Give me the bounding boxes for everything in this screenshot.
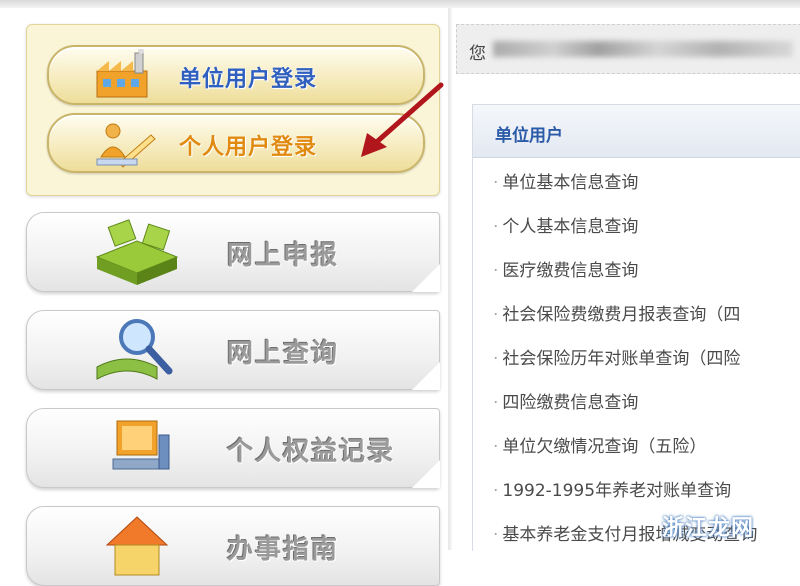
page-curl xyxy=(412,362,440,390)
unit-user-login-label: 单位用户登录 xyxy=(179,67,318,92)
blurred-username xyxy=(493,41,793,57)
panel-header: 单位用户 xyxy=(473,105,800,158)
query-link-unit-info[interactable]: · 单位基本信息查询 xyxy=(493,169,757,213)
query-link-list: · 单位基本信息查询 · 个人基本信息查询 · 医疗缴费信息查询 · 社会保险费缴费月报… xyxy=(493,169,757,565)
magnifier-book-icon xyxy=(96,319,173,380)
bullet-icon: · xyxy=(493,217,499,237)
cubes-icon xyxy=(95,219,179,285)
service-guide-label: 办事指南 xyxy=(227,535,340,565)
query-link-yearly-statement[interactable]: · 社会保险历年对账单查询（四险 xyxy=(493,345,757,389)
panel-title: 单位用户 xyxy=(495,126,563,146)
welcome-bar: 您 xyxy=(456,24,800,74)
unit-user-menu-panel: 单位用户 · 单位基本信息查询 · 个人基本信息查询 · 医疗缴费信息查询 · 社会保险… xyxy=(472,104,800,551)
online-query-label: 网上查询 xyxy=(227,339,340,369)
query-link-arrears[interactable]: · 单位欠缴情况查询（五险） xyxy=(493,433,757,477)
online-declaration-label: 网上申报 xyxy=(227,241,340,271)
online-query-button[interactable]: 网上查询 xyxy=(26,310,440,390)
bullet-icon: · xyxy=(493,481,499,501)
bullet-icon: · xyxy=(493,525,499,545)
computer-icon xyxy=(112,420,170,470)
online-declaration-button[interactable]: 网上申报 xyxy=(26,212,440,292)
query-link-medical-payment[interactable]: · 医疗缴费信息查询 xyxy=(493,257,757,301)
column-divider xyxy=(448,8,452,550)
bullet-icon: · xyxy=(493,349,499,369)
query-link-monthly-report[interactable]: · 社会保险费缴费月报表查询（四 xyxy=(493,301,757,345)
red-arrow-annotation xyxy=(361,82,444,157)
login-panel: 单位用户登录 个人用户登录 xyxy=(26,24,444,196)
personal-rights-record-label: 个人权益记录 xyxy=(227,437,396,467)
bullet-icon: · xyxy=(493,437,499,457)
person-pencil-icon xyxy=(96,123,156,168)
factory-icon xyxy=(96,49,148,98)
query-link-four-insurance-payment[interactable]: · 四险缴费信息查询 xyxy=(493,389,757,433)
personal-rights-record-button[interactable]: 个人权益记录 xyxy=(26,408,440,488)
welcome-text: 您 xyxy=(469,44,486,64)
house-icon xyxy=(105,516,169,576)
page-curl xyxy=(412,460,440,488)
personal-user-login-label: 个人用户登录 xyxy=(179,135,318,160)
bullet-icon: · xyxy=(493,305,499,325)
bullet-icon: · xyxy=(493,261,499,281)
page-curl xyxy=(412,264,440,292)
bullet-icon: · xyxy=(493,393,499,413)
bullet-icon: · xyxy=(493,173,499,193)
query-link-personal-info[interactable]: · 个人基本信息查询 xyxy=(493,213,757,257)
service-guide-button[interactable]: 办事指南 xyxy=(26,506,440,586)
top-border xyxy=(0,0,800,8)
site-watermark: 浙江龙网 xyxy=(662,516,755,541)
